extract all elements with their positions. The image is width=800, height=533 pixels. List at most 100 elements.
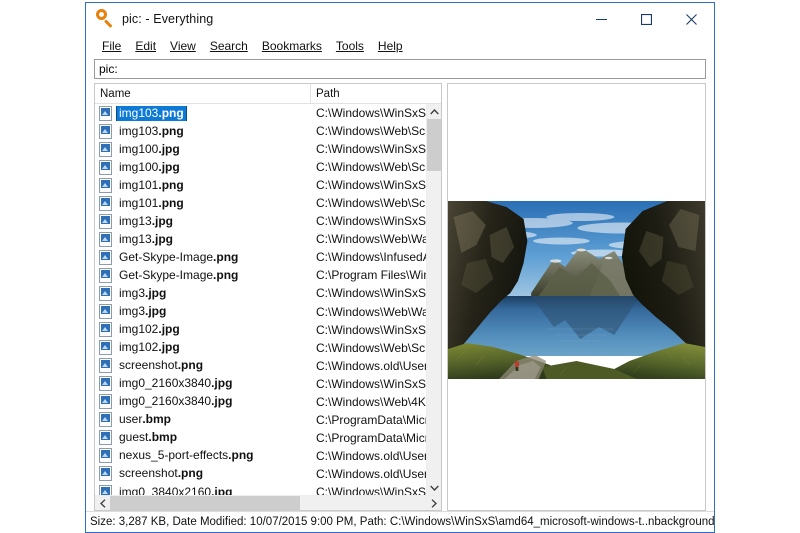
cell-path: C:\Windows.old\Users xyxy=(311,467,426,481)
image-file-icon xyxy=(99,376,112,391)
cell-path: C:\Windows\WinSxS\a xyxy=(311,377,426,391)
table-row[interactable]: img103.pngC:\Windows\Web\Scr xyxy=(95,122,426,140)
image-file-icon xyxy=(99,214,112,229)
column-header-path-label: Path xyxy=(316,88,340,100)
file-name: img101.png xyxy=(117,178,186,193)
cell-name: img13.jpg xyxy=(95,232,311,247)
menu-file[interactable]: File xyxy=(95,37,128,55)
file-name: img0_2160x3840.jpg xyxy=(117,394,234,409)
vertical-scrollbar[interactable] xyxy=(426,104,441,495)
everything-window: pic: - Everything xyxy=(85,2,715,533)
cell-path: C:\ProgramData\Micr xyxy=(311,413,426,427)
table-row[interactable]: img3.jpgC:\Windows\WinSxS\a xyxy=(95,284,426,302)
image-file-icon xyxy=(99,232,112,247)
maximize-button[interactable] xyxy=(624,3,669,35)
cell-name: img13.jpg xyxy=(95,214,311,229)
table-row[interactable]: img100.jpgC:\Windows\Web\Scr xyxy=(95,158,426,176)
menu-bookmarks[interactable]: Bookmarks xyxy=(255,37,329,55)
cell-path: C:\Windows\WinSxS\a xyxy=(311,485,426,495)
column-header-path[interactable]: Path xyxy=(311,84,441,103)
table-row[interactable]: nexus_5-port-effects.pngC:\Windows.old\U… xyxy=(95,447,426,465)
cell-name: user.bmp xyxy=(95,412,311,427)
search-input[interactable] xyxy=(94,59,706,79)
cell-name: screenshot.png xyxy=(95,358,311,373)
image-file-icon xyxy=(99,412,112,427)
horizontal-scrollbar[interactable] xyxy=(95,495,441,510)
cell-path: C:\Program Files\Win xyxy=(311,268,426,282)
table-row[interactable]: img102.jpgC:\Windows\WinSxS\a xyxy=(95,321,426,339)
table-row[interactable]: img100.jpgC:\Windows\WinSxS\a xyxy=(95,140,426,158)
chevron-left-icon[interactable] xyxy=(95,496,110,511)
column-header-name[interactable]: Name xyxy=(95,84,311,103)
image-file-icon xyxy=(99,322,112,337)
cell-name: img3.jpg xyxy=(95,304,311,319)
minimize-icon xyxy=(596,14,607,25)
menu-edit[interactable]: Edit xyxy=(128,37,163,55)
cell-name: img101.png xyxy=(95,178,311,193)
file-name: img103.png xyxy=(117,106,186,121)
table-row[interactable]: Get-Skype-Image.pngC:\Program Files\Win xyxy=(95,266,426,284)
cell-name: img102.jpg xyxy=(95,322,311,337)
vertical-scroll-thumb[interactable] xyxy=(427,119,442,171)
file-name: img3.jpg xyxy=(117,304,168,319)
menu-view[interactable]: View xyxy=(163,37,203,55)
cell-path: C:\Windows\Web\Wa xyxy=(311,232,426,246)
table-row[interactable]: img101.pngC:\Windows\WinSxS\a xyxy=(95,176,426,194)
table-row[interactable]: guest.bmpC:\ProgramData\Micr xyxy=(95,429,426,447)
menu-tools[interactable]: Tools xyxy=(329,37,371,55)
results-list[interactable]: img103.pngC:\Windows\WinSxS\aimg103.pngC… xyxy=(95,104,426,495)
magnifier-icon xyxy=(94,8,116,30)
cell-path: C:\ProgramData\Micr xyxy=(311,431,426,445)
cell-name: img0_2160x3840.jpg xyxy=(95,394,311,409)
file-name: Get-Skype-Image.png xyxy=(117,250,240,265)
cell-path: C:\Windows\InfusedA xyxy=(311,250,426,264)
image-file-icon xyxy=(99,178,112,193)
table-row[interactable]: Get-Skype-Image.png C:\Windows\InfusedA xyxy=(95,248,426,266)
table-row[interactable]: img0_2160x3840.jpgC:\Windows\WinSxS\a xyxy=(95,375,426,393)
menu-help[interactable]: Help xyxy=(371,37,410,55)
image-file-icon xyxy=(99,430,112,445)
table-row[interactable]: img0_2160x3840.jpgC:\Windows\Web\4K\ xyxy=(95,393,426,411)
file-name: img13.jpg xyxy=(117,232,175,247)
menu-tools-label: Tools xyxy=(336,39,364,53)
cell-path: C:\Windows.old\Users xyxy=(311,449,426,463)
vertical-scroll-track[interactable] xyxy=(427,119,442,480)
image-file-icon xyxy=(99,196,112,211)
title-bar[interactable]: pic: - Everything xyxy=(86,3,714,35)
chevron-right-icon[interactable] xyxy=(426,496,441,511)
file-name: screenshot.png xyxy=(117,466,205,481)
table-row[interactable]: img101.pngC:\Windows\Web\Scr xyxy=(95,194,426,212)
horizontal-scroll-thumb[interactable] xyxy=(110,496,300,511)
horizontal-scroll-track[interactable] xyxy=(110,496,426,511)
preview-pane[interactable] xyxy=(447,83,706,511)
window-controls xyxy=(579,3,714,35)
table-row[interactable]: img13.jpgC:\Windows\WinSxS\a xyxy=(95,212,426,230)
minimize-button[interactable] xyxy=(579,3,624,35)
table-row[interactable]: screenshot.png C:\Windows.old\Users xyxy=(95,465,426,483)
main-area: Name Path img103.pngC:\Windows\WinSxS\ai… xyxy=(86,83,714,511)
table-row[interactable]: screenshot.pngC:\Windows.old\Users xyxy=(95,357,426,375)
image-file-icon xyxy=(99,142,112,157)
maximize-icon xyxy=(641,14,652,25)
close-button[interactable] xyxy=(669,3,714,35)
cell-path: C:\Windows\WinSxS\a xyxy=(311,106,426,120)
chevron-up-icon[interactable] xyxy=(427,104,442,119)
menu-search[interactable]: Search xyxy=(203,37,255,55)
table-row[interactable]: img102.jpgC:\Windows\Web\Scr xyxy=(95,339,426,357)
cell-path: C:\Windows\Web\Scr xyxy=(311,196,426,210)
image-file-icon xyxy=(99,304,112,319)
menu-search-label: Search xyxy=(210,39,248,53)
table-row[interactable]: img103.png C:\Windows\WinSxS\a xyxy=(95,104,426,122)
chevron-down-icon[interactable] xyxy=(427,480,442,495)
table-row[interactable]: img3.jpgC:\Windows\Web\Wa xyxy=(95,303,426,321)
menu-edit-label: Edit xyxy=(135,39,156,53)
list-zone: img103.pngC:\Windows\WinSxS\aimg103.pngC… xyxy=(95,104,441,495)
table-row[interactable]: user.bmpC:\ProgramData\Micr xyxy=(95,411,426,429)
file-name: img103.png xyxy=(117,124,186,139)
cell-name: img0_3840x2160.jpg xyxy=(95,485,311,496)
table-row[interactable]: img13.jpg C:\Windows\Web\Wa xyxy=(95,230,426,248)
image-file-icon xyxy=(99,448,112,463)
file-name: img100.jpg xyxy=(117,142,182,157)
table-row[interactable]: img0_3840x2160.jpgC:\Windows\WinSxS\a xyxy=(95,483,426,495)
close-icon xyxy=(686,14,697,25)
